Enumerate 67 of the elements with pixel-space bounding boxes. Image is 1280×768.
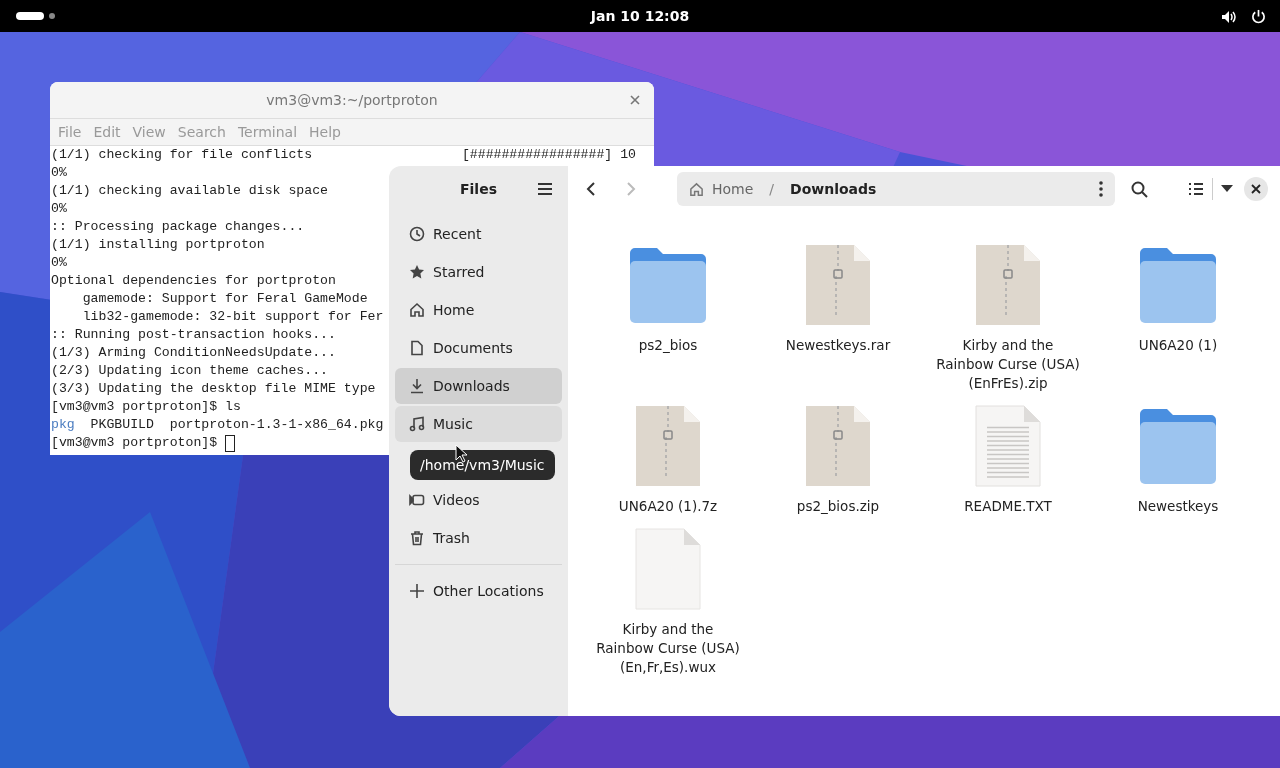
sidebar-item[interactable]: Other Locations [395,573,562,609]
terminal-line: 0% [51,254,67,272]
download-icon [409,378,425,394]
home-icon [409,302,425,318]
star-icon [409,264,425,280]
terminal-line: gamemode: Support for Feral GameMode [81,290,368,308]
file-name[interactable]: ps2_bios [593,336,743,355]
close-button[interactable] [1244,177,1268,201]
file-name[interactable]: Kirby and the Rainbow Curse (USA) (EnFrEs).zip [933,336,1083,393]
close-icon[interactable] [630,95,640,105]
file-name[interactable]: Kirby and the Rainbow Curse (USA) (En,Fr,Es).wux [593,620,743,677]
terminal-line: :: Processing package changes... [51,218,305,236]
caret-icon[interactable] [1221,185,1233,193]
terminal-line: (1/1) installing portproton [51,236,265,254]
search-icon[interactable] [1131,180,1148,198]
file-name[interactable]: UN6A20 (1) [1103,336,1253,355]
sidebar-item[interactable]: Recent [395,216,562,252]
text-cursor [225,435,236,452]
sidebar-title: Files [460,181,497,197]
volume-icon[interactable] [1221,9,1237,24]
file-name[interactable]: ps2_bios.zip [763,497,913,516]
terminal-line: (1/1) checking for file conflicts [51,146,313,164]
window-title: vm3@vm3:~/portproton [266,92,438,108]
terminal-line: (1/3) Arming ConditionNeedsUpdate... [51,344,336,362]
terminal-line: [vm3@vm3 portproton]$ ls [51,398,241,416]
terminal-line: 0% [51,164,67,182]
back-icon[interactable] [585,181,597,197]
path-separator: / [769,181,775,197]
terminal-line: (2/3) Updating icon theme caches... [51,362,328,380]
file-name[interactable]: Newestkeys.rar [763,336,913,355]
clock-icon [409,226,425,242]
document-icon [409,340,425,356]
terminal-prompt: [vm3@vm3 portproton]$ [51,434,219,452]
sidebar-item[interactable]: Videos [395,482,562,518]
list-view-icon[interactable] [1188,182,1204,196]
music-note-icon [409,416,425,432]
file-name[interactable]: Newestkeys [1103,497,1253,516]
sidebar-item[interactable]: Documents [395,330,562,366]
file-name[interactable]: UN6A20 (1).7z [593,497,743,516]
tooltip: /home/vm3/Music [410,450,555,480]
terminal-line: 0% [51,200,67,218]
menu-icon[interactable] [537,182,553,196]
more-options-icon[interactable] [1099,181,1103,197]
close-icon [1251,184,1261,194]
directory-name: pkg [51,416,75,434]
terminal-line: (1/1) checking available disk space [51,182,328,200]
video-camera-icon [409,492,425,508]
sidebar-item[interactable]: Music [395,406,562,442]
terminal-line: :: Running post-transaction hooks... [51,326,336,344]
sidebar-item[interactable]: Home [395,292,562,328]
terminal-line: lib32-gamemode: 32-bit support for Fer [81,308,384,326]
trash-icon [409,530,425,546]
terminal-line: Optional dependencies for portproton [51,272,336,290]
file-name[interactable]: README.TXT [933,497,1083,516]
plus-icon [409,583,425,599]
path-crumb[interactable]: Downloads [790,181,877,197]
home-icon [689,181,704,197]
power-icon[interactable] [1251,9,1266,24]
sidebar-item[interactable]: Starred [395,254,562,290]
path-crumb[interactable]: Home [712,181,754,197]
sidebar-item[interactable]: Downloads [395,368,562,404]
activities-indicator-icon[interactable] [16,11,56,21]
progress-text: [#################] 10 [461,146,636,164]
terminal-line: PKGBUILD portproton-1.3-1-x86_64.pkg [89,416,384,434]
sidebar-item[interactable]: Trash [395,520,562,556]
clock[interactable]: Jan 10 12:08 [590,8,690,24]
terminal-line: (3/3) Updating the desktop file MIME type [51,380,376,398]
